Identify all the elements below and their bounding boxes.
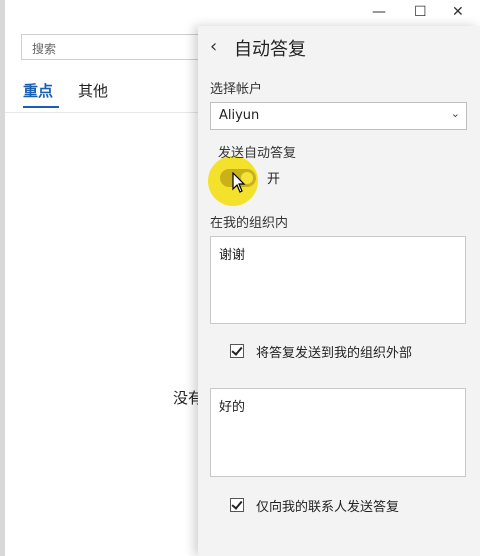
mail-list-pane: 搜索 重点 其他 [5, 0, 211, 556]
inside-org-label: 在我的组织内 [210, 216, 289, 231]
send-outside-checkbox[interactable] [230, 344, 244, 358]
account-value: Aliyun [219, 108, 260, 123]
minimize-button[interactable]: — [372, 4, 386, 20]
back-arrow-icon[interactable]: ‹ [210, 36, 217, 57]
outside-org-message-text: 好的 [219, 400, 246, 415]
panel-title: 自动答复 [234, 39, 306, 60]
maximize-button[interactable]: ☐ [414, 4, 427, 20]
account-dropdown[interactable]: Aliyun ⌄ [210, 102, 467, 130]
send-outside-checkbox-label: 将答复发送到我的组织外部 [256, 346, 413, 361]
chevron-down-icon: ⌄ [450, 107, 460, 120]
contacts-only-checkbox-label: 仅向我的联系人发送答复 [256, 500, 400, 515]
auto-reply-panel: ‹ 自动答复 选择帐户 Aliyun ⌄ 发送自动答复 开 在我的组织内 谢谢 … [198, 26, 480, 556]
search-placeholder: 搜索 [32, 42, 57, 56]
inside-org-message-text: 谢谢 [219, 248, 246, 263]
contacts-only-checkbox[interactable] [230, 498, 244, 512]
tab-other[interactable]: 其他 [78, 80, 108, 101]
toggle-state-label: 开 [267, 172, 281, 187]
tab-focused[interactable]: 重点 [23, 80, 53, 101]
select-account-label: 选择帐户 [210, 82, 263, 97]
outside-org-message-input[interactable]: 好的 [210, 388, 466, 477]
mail-divider [5, 112, 200, 113]
search-input[interactable]: 搜索 [21, 34, 211, 60]
send-auto-reply-label: 发送自动答复 [218, 146, 297, 161]
inside-org-message-input[interactable]: 谢谢 [210, 236, 466, 324]
mouse-pointer-icon [232, 172, 246, 193]
active-tab-indicator [23, 106, 59, 108]
close-button[interactable]: ✕ [452, 4, 464, 20]
